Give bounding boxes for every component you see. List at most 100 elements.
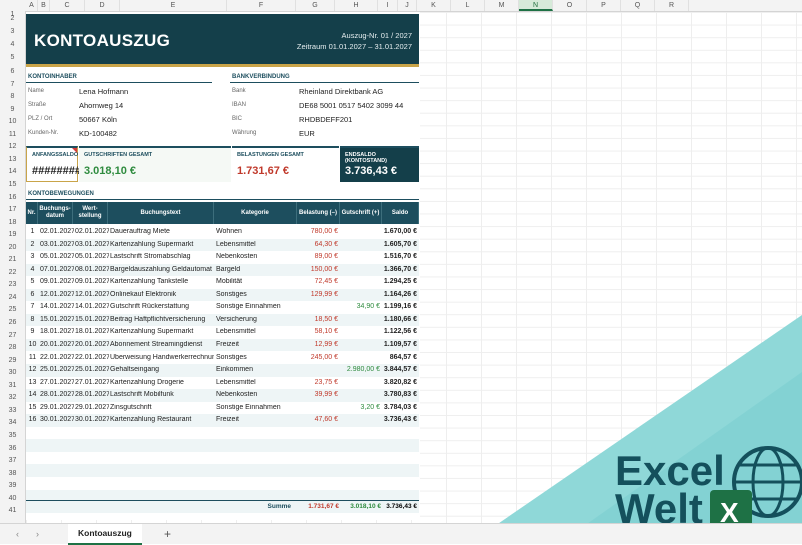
row-header-14[interactable]: 14	[0, 168, 25, 175]
row-header-13[interactable]: 13	[0, 156, 25, 163]
summary-row[interactable]: Summe 1.731,67 € 3.018,10 € 3.736,43 €	[26, 500, 419, 513]
row-header-28[interactable]: 28	[0, 344, 25, 351]
table-row[interactable]: 11 22.01.2027 22.01.2027 Überweisung Handwe…	[26, 352, 419, 365]
row-header-2[interactable]: 2	[0, 15, 25, 22]
row-header-20[interactable]: 20	[0, 244, 25, 251]
table-row[interactable]	[26, 464, 419, 477]
row-header-21[interactable]: 21	[0, 256, 25, 263]
column-header-g[interactable]: G	[296, 0, 335, 11]
column-header-m[interactable]: M	[485, 0, 519, 11]
row-header-35[interactable]: 35	[0, 432, 25, 439]
row-header-36[interactable]: 36	[0, 445, 25, 452]
row-header-8[interactable]: 8	[0, 93, 25, 100]
row-header-31[interactable]: 31	[0, 382, 25, 389]
row-header-22[interactable]: 22	[0, 269, 25, 276]
row-header-39[interactable]: 39	[0, 482, 25, 489]
column-header-q[interactable]: Q	[621, 0, 655, 11]
column-header-f[interactable]: F	[227, 0, 296, 11]
table-row[interactable]	[26, 427, 419, 440]
add-sheet-button[interactable]: +	[164, 527, 171, 541]
row-header-18[interactable]: 18	[0, 219, 25, 226]
row-header-4[interactable]: 4	[0, 41, 25, 48]
column-header-label[interactable]: Gutschrift (+)	[340, 202, 382, 224]
row-header-16[interactable]: 16	[0, 194, 25, 201]
bankverbindung-value-3[interactable]: EUR	[299, 129, 315, 138]
row-header-41[interactable]: 41	[0, 507, 25, 514]
table-row[interactable]: 8 15.01.2027 15.01.2027 Beitrag Haftpflicht…	[26, 313, 419, 327]
row-header-15[interactable]: 15	[0, 181, 25, 188]
table-row[interactable]	[26, 452, 419, 465]
row-header-11[interactable]: 11	[0, 131, 25, 138]
row-header-32[interactable]: 32	[0, 394, 25, 401]
tab-kontoauszug[interactable]: Kontoauszug	[68, 524, 142, 545]
table-row[interactable]: 13 27.01.2027 27.01.2027 Kartenzahlung Drog…	[26, 377, 419, 390]
kontoinhaber-value-3[interactable]: KD-100482	[79, 129, 117, 138]
table-row[interactable]: 12 25.01.2027 25.01.2027 Gehaltseingang Eink…	[26, 364, 419, 377]
table-row[interactable]	[26, 477, 419, 490]
column-header-label[interactable]: Kategorie	[214, 202, 297, 224]
row-header-34[interactable]: 34	[0, 419, 25, 426]
column-header-c[interactable]: C	[50, 0, 85, 11]
table-row[interactable]	[26, 439, 419, 452]
column-header-label[interactable]: Nr.	[26, 202, 38, 224]
table-row[interactable]: 2 03.01.2027 03.01.2027 Kartenzahlung Super…	[26, 238, 419, 252]
kpi-card-2[interactable]: BELASTUNGEN GESAMT 1.731,67 €	[232, 146, 339, 182]
row-header-24[interactable]: 24	[0, 294, 25, 301]
row-header-29[interactable]: 29	[0, 357, 25, 364]
column-header-h[interactable]: H	[335, 0, 378, 11]
row-header-38[interactable]: 38	[0, 470, 25, 477]
bankverbindung-value-1[interactable]: DE68 5001 0517 5402 3099 44	[299, 101, 403, 110]
row-header-5[interactable]: 5	[0, 54, 25, 61]
table-row[interactable]: 3 05.01.2027 05.01.2027 Lastschrift Stromab…	[26, 251, 419, 264]
row-header-25[interactable]: 25	[0, 306, 25, 313]
table-row[interactable]: 10 20.01.2027 20.01.2027 Abonnement Streami…	[26, 338, 419, 352]
kpi-card-3[interactable]: ENDSALDO (KONTOSTAND) 3.736,43 €	[340, 146, 419, 182]
row-header-27[interactable]: 27	[0, 332, 25, 339]
bankverbindung-value-2[interactable]: RHDBDEFF201	[299, 115, 352, 124]
row-header-9[interactable]: 9	[0, 106, 25, 113]
row-header-17[interactable]: 17	[0, 206, 25, 213]
prev-sheet-button[interactable]: ‹	[16, 529, 19, 539]
column-header-label[interactable]: Buchungstext	[108, 202, 214, 224]
row-header-6[interactable]: 6	[0, 68, 25, 75]
next-sheet-button[interactable]: ›	[36, 529, 39, 539]
table-row[interactable]: 4 07.01.2027 08.01.2027 Bargeldauszahlung G…	[26, 263, 419, 277]
row-header-19[interactable]: 19	[0, 231, 25, 238]
table-row[interactable]: 9 18.01.2027 18.01.2027 Kartenzahlung Super…	[26, 326, 419, 339]
row-header-26[interactable]: 26	[0, 319, 25, 326]
column-header-l[interactable]: L	[451, 0, 485, 11]
row-header-30[interactable]: 30	[0, 369, 25, 376]
bankverbindung-value-0[interactable]: Rheinland Direktbank AG	[299, 87, 383, 96]
row-header-12[interactable]: 12	[0, 143, 25, 150]
table-row[interactable]: 14 28.01.2027 28.01.2027 Lastschrift Mobilf…	[26, 389, 419, 402]
kontoinhaber-value-0[interactable]: Lena Hofmann	[79, 87, 128, 96]
row-header-3[interactable]: 3	[0, 28, 25, 35]
column-header-label[interactable]: Buchungs- datum	[38, 202, 73, 224]
column-header-i[interactable]: I	[378, 0, 398, 11]
row-header-23[interactable]: 23	[0, 281, 25, 288]
column-header-n[interactable]: N	[519, 0, 553, 11]
kpi-card-0[interactable]: ANFANGSSALDO ########	[26, 146, 81, 182]
column-header-o[interactable]: O	[553, 0, 587, 11]
table-row[interactable]: 6 12.01.2027 12.01.2027 Onlinekauf Elektron…	[26, 288, 419, 302]
row-header-10[interactable]: 10	[0, 118, 25, 125]
column-header-k[interactable]: K	[417, 0, 451, 11]
column-header-p[interactable]: P	[587, 0, 621, 11]
column-header-label[interactable]: Wert- stellung	[73, 202, 108, 224]
column-header-b[interactable]: B	[38, 0, 50, 11]
row-header-33[interactable]: 33	[0, 407, 25, 414]
table-row[interactable]: 16 30.01.2027 30.01.2027 Kartenzahlung Rest…	[26, 414, 419, 427]
row-header-37[interactable]: 37	[0, 457, 25, 464]
column-header-j[interactable]: J	[398, 0, 417, 11]
column-header-e[interactable]: E	[120, 0, 227, 11]
column-header-label[interactable]: Belastung (–)	[297, 202, 340, 224]
table-row[interactable]: 7 14.01.2027 14.01.2027 Gutschrift Rückerst…	[26, 301, 419, 314]
row-header-7[interactable]: 7	[0, 81, 25, 88]
column-header-r[interactable]: R	[655, 0, 689, 11]
kpi-card-1[interactable]: GUTSCHRIFTEN GESAMT 3.018,10 €	[79, 146, 231, 182]
column-header-label[interactable]: Saldo	[382, 202, 419, 224]
table-row[interactable]: 15 29.01.2027 29.01.2027 Zinsgutschrift Sons…	[26, 402, 419, 415]
column-header-d[interactable]: D	[85, 0, 120, 11]
kontoinhaber-value-2[interactable]: 50667 Köln	[79, 115, 117, 124]
kontoinhaber-value-1[interactable]: Ahornweg 14	[79, 101, 123, 110]
